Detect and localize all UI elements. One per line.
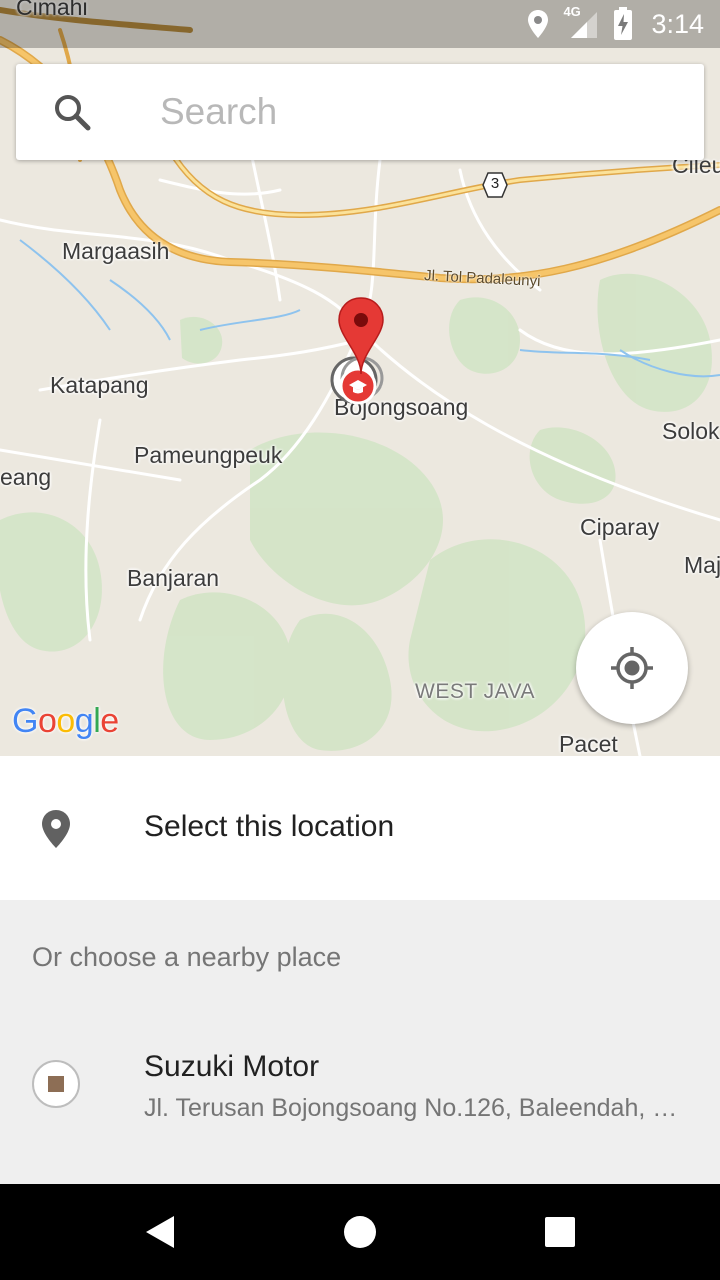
search-bar[interactable] — [16, 64, 704, 160]
back-icon[interactable] — [144, 1214, 176, 1250]
map-label-eang: eang — [0, 464, 52, 490]
home-icon[interactable] — [344, 1216, 376, 1248]
select-location-label: Select this location — [144, 810, 395, 843]
place-name: Suzuki Motor — [144, 1050, 320, 1083]
selected-location-pin-icon[interactable] — [336, 296, 386, 376]
search-icon[interactable] — [52, 92, 92, 132]
map-label-katapang: Katapang — [50, 372, 149, 398]
place-category-icon — [32, 1060, 80, 1108]
route-shield-icon: 3 — [482, 172, 508, 198]
map-label-ciparay: Ciparay — [580, 514, 660, 540]
nearby-places-section: Or choose a nearby place Suzuki Motor Jl… — [0, 900, 720, 1184]
map-label-pacet: Pacet — [559, 731, 618, 756]
status-time: 3:14 — [651, 8, 704, 39]
recents-icon[interactable] — [545, 1217, 575, 1247]
route-number: 3 — [490, 175, 500, 192]
my-location-button[interactable] — [576, 612, 688, 724]
nearby-place-item[interactable]: Suzuki Motor Jl. Terusan Bojongsoang No.… — [0, 1032, 720, 1152]
nearby-header: Or choose a nearby place — [32, 942, 342, 972]
map-label-margaasih: Margaasih — [62, 238, 170, 264]
map-label-maj: Maj — [684, 552, 720, 578]
status-bar: 4G 3:14 — [0, 0, 720, 48]
battery-charging-icon — [614, 7, 633, 40]
location-icon — [528, 10, 549, 38]
map-label-west-java: WEST JAVA — [415, 680, 536, 703]
place-address: Jl. Terusan Bojongsoang No.126, Baleenda… — [144, 1094, 684, 1122]
map-label-solok: Solok — [662, 418, 720, 444]
my-location-icon — [611, 647, 653, 689]
map-label-pameungpeuk: Pameungpeuk — [134, 442, 283, 468]
google-logo: Google — [12, 702, 119, 740]
select-location-row[interactable]: Select this location — [0, 756, 720, 900]
navigation-bar — [0, 1184, 720, 1280]
place-pin-icon — [42, 810, 70, 848]
signal-icon: 4G — [563, 4, 599, 40]
search-input[interactable] — [160, 86, 680, 138]
map-label-banjaran: Banjaran — [127, 565, 220, 591]
